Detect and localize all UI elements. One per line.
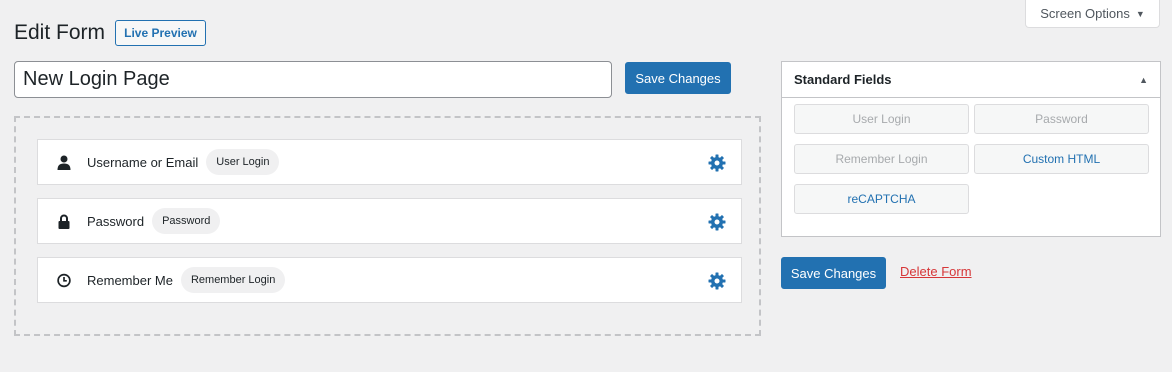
lock-icon — [57, 213, 71, 229]
clock-icon — [57, 272, 71, 288]
field-row-remember-me[interactable]: Remember Me Remember Login — [37, 257, 742, 303]
field-label: Remember Me — [87, 272, 173, 288]
live-preview-button[interactable]: Live Preview — [115, 20, 206, 46]
add-custom-html-button[interactable]: Custom HTML — [974, 144, 1149, 174]
gear-icon[interactable] — [708, 213, 726, 231]
field-row-password[interactable]: Password Password — [37, 198, 742, 244]
gear-icon[interactable] — [708, 272, 726, 290]
delete-form-link[interactable]: Delete Form — [900, 264, 972, 279]
add-user-login-button[interactable]: User Login — [794, 104, 969, 134]
edit-form-page: Screen Options ▼ Edit Form Live Preview … — [0, 0, 1172, 372]
screen-options-button[interactable]: Screen Options ▼ — [1025, 0, 1160, 28]
save-changes-button-top[interactable]: Save Changes — [625, 62, 731, 94]
field-label: Password — [87, 213, 145, 229]
caret-down-icon: ▼ — [1135, 8, 1145, 19]
field-type-badge: Remember Login — [180, 267, 286, 293]
save-changes-button-bottom[interactable]: Save Changes — [781, 257, 886, 289]
add-remember-login-button[interactable]: Remember Login — [794, 144, 969, 174]
field-type-badge: Password — [152, 208, 221, 234]
standard-fields-panel: Standard Fields ▲ User Login Password Re… — [781, 61, 1161, 237]
page-title: Edit Form — [14, 21, 106, 44]
field-type-badge: User Login — [206, 149, 280, 175]
field-label: Username or Email — [87, 154, 199, 170]
panel-title: Standard Fields — [794, 72, 892, 87]
panel-header[interactable]: Standard Fields ▲ — [782, 62, 1160, 98]
add-password-button[interactable]: Password — [974, 104, 1149, 134]
field-row-username[interactable]: Username or Email User Login — [37, 139, 742, 185]
screen-options-label: Screen Options — [1040, 6, 1130, 21]
user-icon — [57, 154, 71, 170]
form-title-input[interactable] — [14, 61, 612, 98]
add-recaptcha-button[interactable]: reCAPTCHA — [794, 184, 969, 214]
form-fields-dropzone: Username or Email User Login Password Pa… — [14, 116, 761, 336]
collapse-toggle-icon[interactable]: ▲ — [1139, 75, 1148, 85]
gear-icon[interactable] — [708, 154, 726, 172]
